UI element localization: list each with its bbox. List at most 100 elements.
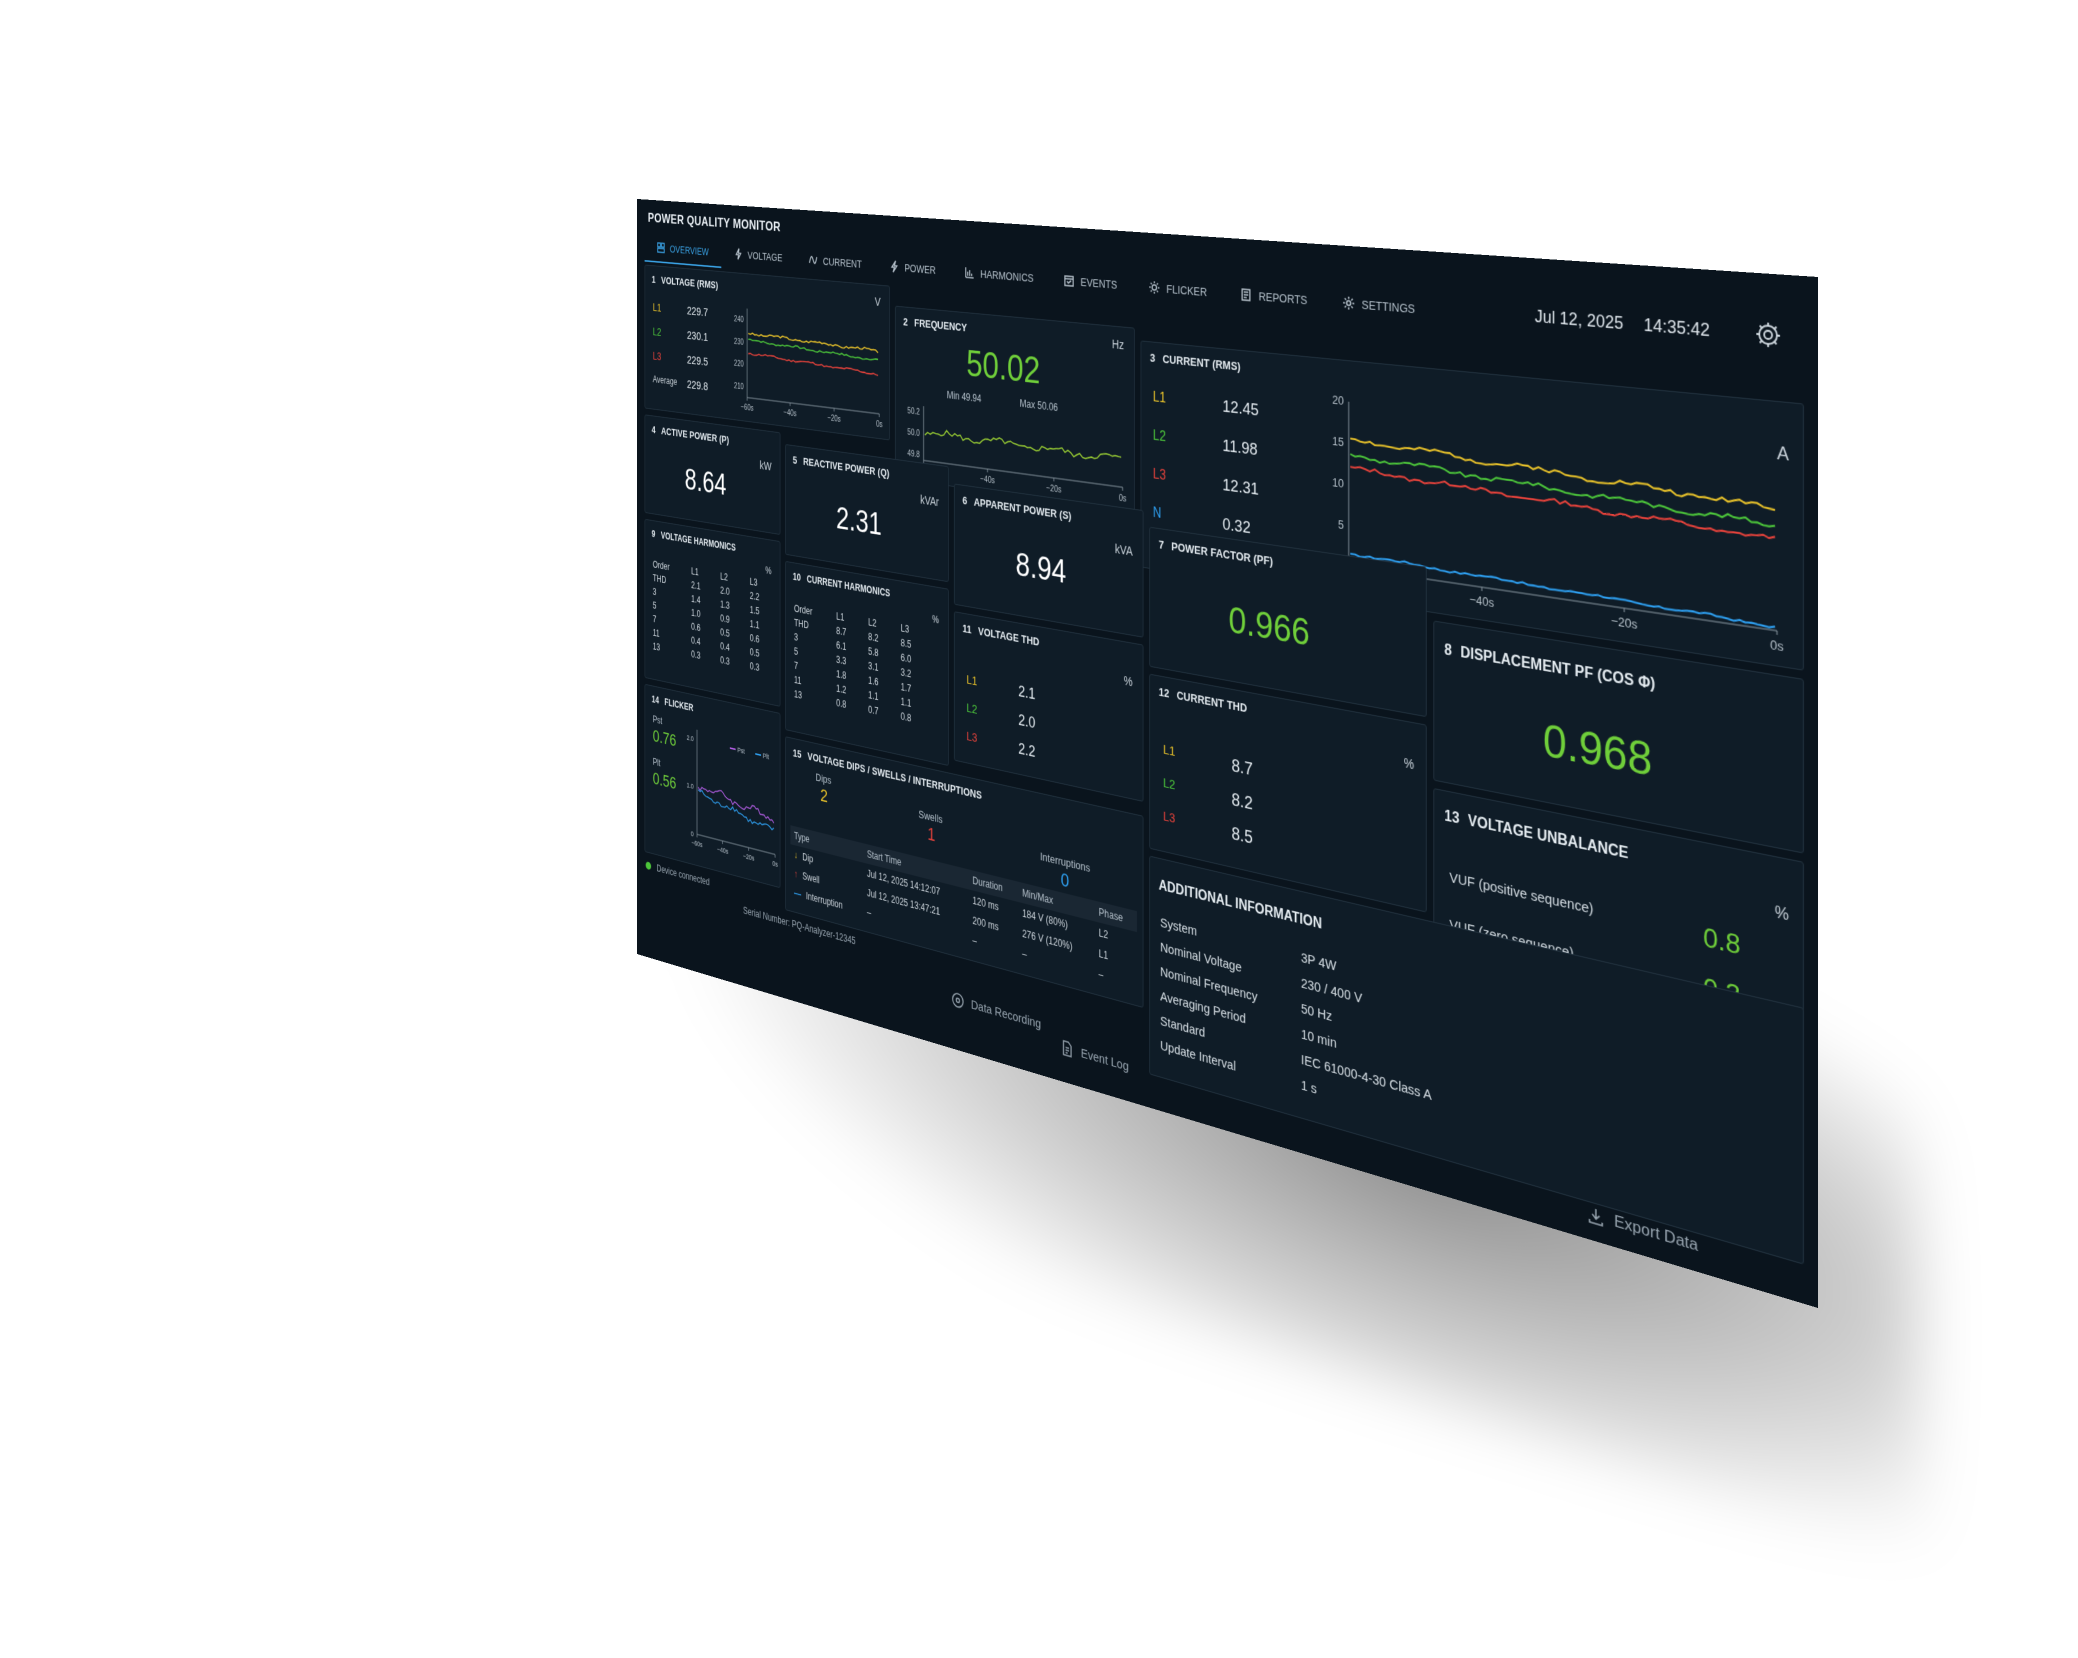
voltage-l1-value: 229.7 (686, 304, 709, 320)
phase-label-l1: L1 (1152, 389, 1166, 407)
info-value: 10 min (1300, 1026, 1337, 1052)
voltage-average-value: 229.8 (686, 377, 709, 394)
panel-title: VOLTAGE (RMS) (661, 274, 719, 292)
voltage-icon (734, 247, 743, 260)
info-value: 50 Hz (1300, 1001, 1333, 1025)
reactive-power-value: 2.31 (836, 501, 882, 543)
vuf-positive-label: VUF (positive sequence) (1449, 869, 1594, 918)
y-tick-label: 50.0 (907, 428, 920, 439)
panel-active-power: 4 ACTIVE POWER (P) kW 8.64 (644, 414, 781, 535)
tab-current[interactable]: CURRENT (795, 244, 875, 279)
series-plt-line (698, 790, 774, 831)
x-tick-label: −40s (1470, 593, 1495, 611)
power-icon (889, 260, 899, 274)
y-tick-label: 220 (734, 359, 744, 369)
series-pst-line (698, 785, 774, 823)
x-tick-label: −40s (717, 846, 728, 857)
connected-icon (645, 861, 652, 871)
y-tick-label: 49.8 (907, 449, 920, 460)
date-text: Jul 12, 2025 (1534, 306, 1624, 334)
tab-reports[interactable]: REPORTS (1224, 277, 1325, 318)
x-tick-label: 0s (876, 420, 883, 430)
info-value: 230 / 400 V (1300, 975, 1363, 1007)
series-l3-line (1350, 466, 1775, 539)
info-label: System (1160, 915, 1198, 940)
legend-swatch (730, 748, 736, 749)
voltage-l2-value: 230.1 (686, 328, 709, 345)
time-text: 14:35:42 (1643, 314, 1710, 341)
voltage-thd-l1: 2.1 (1018, 682, 1036, 703)
unit-label: % (1403, 755, 1415, 773)
data-recording-button[interactable]: Data Recording (951, 990, 1041, 1032)
unit-label: kVAr (920, 492, 940, 509)
document-icon (1060, 1038, 1074, 1059)
y-tick-label: 5 (1338, 518, 1345, 532)
tab-voltage[interactable]: VOLTAGE (721, 239, 795, 273)
reports-icon (1240, 287, 1252, 302)
legend-swatch (755, 754, 761, 755)
series-l3-line (748, 353, 878, 376)
y-tick-label: 210 (734, 382, 744, 392)
power-factor-value: 0.966 (1228, 598, 1310, 654)
y-tick-label: 10 (1332, 476, 1344, 491)
x-axis (697, 834, 775, 854)
x-axis (747, 398, 879, 414)
events-table: Type Start Time Duration Min/Max Phase ↓ Dip Ju… (790, 825, 1137, 995)
info-value: 1 s (1300, 1077, 1317, 1098)
app-title: POWER QUALITY MONITOR (647, 210, 781, 235)
info-label: Update Interval (1160, 1037, 1236, 1075)
panel-title: CURRENT THD (1176, 688, 1248, 715)
tab-settings[interactable]: SETTINGS (1325, 285, 1434, 327)
dips-count: 2 (820, 784, 828, 807)
panel-voltage-thd: 11 VOLTAGE THD % L1 2.1 L2 2.0 L3 2.2 (953, 611, 1144, 802)
x-tick-label: −60s (741, 403, 754, 413)
series-l2-line (1350, 454, 1775, 527)
panel-title: FLICKER (664, 696, 694, 714)
unit-label: % (1774, 904, 1789, 925)
current-icon (809, 253, 819, 267)
tab-overview[interactable]: OVERVIEW (644, 232, 722, 269)
series-l2-line (748, 339, 878, 361)
pst-label: Pst (652, 713, 663, 727)
info-label: Standard (1160, 1013, 1206, 1041)
unit-label: Hz (1111, 336, 1125, 352)
gear-icon[interactable] (1754, 320, 1782, 351)
info-value: 3P 4W (1300, 950, 1337, 975)
tab-events[interactable]: EVENTS (1049, 264, 1133, 302)
panel-title: POWER FACTOR (PF) (1171, 539, 1273, 569)
y-tick-label: 15 (1332, 434, 1344, 449)
info-value: IEC 61000-4-30 Class A (1300, 1051, 1432, 1104)
tab-power[interactable]: POWER (875, 250, 950, 286)
y-tick-label: 230 (734, 337, 744, 347)
events-icon (1064, 273, 1075, 288)
x-tick-label: 0s (1770, 638, 1784, 655)
unit-label: % (932, 613, 940, 626)
harmonics-icon (964, 266, 975, 280)
voltage-l3-value: 229.5 (686, 353, 709, 369)
frequency-value: 50.02 (966, 343, 1041, 393)
displacement-pf-value: 0.968 (1542, 715, 1653, 787)
frequency-min: Min 49.94 (946, 389, 982, 405)
y-tick-label: 50.2 (907, 406, 920, 417)
x-tick-label: −20s (1611, 614, 1637, 632)
x-tick-label: 0s (1119, 494, 1127, 505)
event-log-button[interactable]: Event Log (1060, 1038, 1129, 1075)
arrow-up-icon: ↑ (793, 868, 798, 881)
date-time: Jul 12, 2025 14:35:42 (1535, 307, 1710, 342)
current-l3-value: 12.31 (1222, 475, 1259, 500)
voltage-harmonics-table: Order L1 L2 L3 THD 2.1 2.0 2.2 3 1.4 1.3 1.5 5 1.0 0.9… (653, 557, 780, 679)
tab-harmonics[interactable]: HARMONICS (950, 256, 1049, 294)
current-l2-value: 11.98 (1222, 436, 1258, 460)
download-icon (1587, 1204, 1605, 1229)
panel-title: VOLTAGE HARMONICS (660, 529, 736, 554)
panel-title: DISPLACEMENT PF (cos φ) (1460, 644, 1656, 694)
monitor-screen: POWER QUALITY MONITOR OVERVIEW VOLTAGE C… (637, 199, 1818, 1308)
panel-flicker: 14 FLICKER Pst 0.76 Plt 0.56 2.0 1.0 0 −60s −… (644, 683, 781, 889)
apparent-power-value: 8.94 (1015, 547, 1067, 591)
phase-label-l2: L2 (966, 700, 978, 718)
frequency-max: Max 50.06 (1019, 397, 1058, 414)
plt-label: Plt (652, 756, 661, 769)
interruptions-count: 0 (1060, 868, 1070, 892)
overview-icon (657, 241, 666, 254)
tab-flicker[interactable]: FLICKER (1133, 270, 1224, 309)
